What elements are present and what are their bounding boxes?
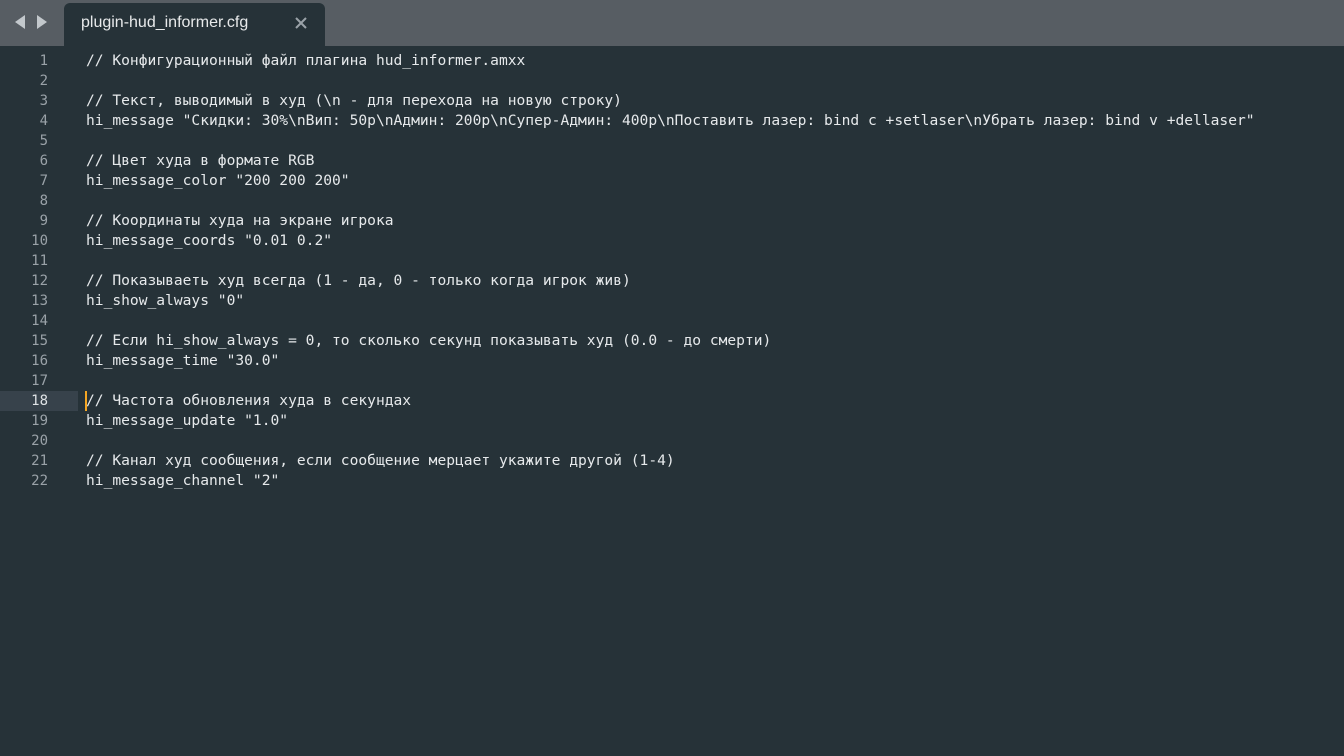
line-number: 4 (39, 113, 48, 129)
line-number: 3 (39, 93, 48, 109)
line-number: 20 (31, 433, 48, 449)
line-number: 6 (39, 153, 48, 169)
code-line[interactable]: hi_message "Скидки: 30%\nВип: 50р\nАдмин… (86, 111, 1255, 131)
line-number: 2 (39, 73, 48, 89)
close-icon[interactable] (292, 14, 310, 32)
line-number: 8 (39, 193, 48, 209)
code-line[interactable]: // Конфигурационный файл плагина hud_inf… (86, 51, 525, 71)
code-line[interactable]: hi_show_always "0" (86, 291, 244, 311)
line-number: 21 (31, 453, 48, 469)
code-line[interactable]: // Если hi_show_always = 0, то сколько с… (86, 331, 771, 351)
code-line[interactable]: // Показываеть худ всегда (1 - да, 0 - т… (86, 271, 631, 291)
line-number: 17 (31, 373, 48, 389)
code-editor[interactable]: 1 2 3 4 5 6 7 8 9 10 11 12 13 14 15 16 17 18 19 20 21 22 // К… (0, 46, 1344, 756)
line-number: 18 (31, 393, 48, 409)
text-cursor (85, 391, 87, 411)
line-number-gutter: 1 2 3 4 5 6 7 8 9 10 11 12 13 14 15 16 17 18 19 20 21 22 (0, 46, 78, 756)
line-number: 1 (39, 53, 48, 69)
line-number: 13 (31, 293, 48, 309)
line-number: 12 (31, 273, 48, 289)
code-line[interactable]: hi_message_color "200 200 200" (86, 171, 350, 191)
line-number: 16 (31, 353, 48, 369)
line-number: 9 (39, 213, 48, 229)
code-line[interactable]: hi_message_coords "0.01 0.2" (86, 231, 332, 251)
code-line[interactable]: // Цвет худа в формате RGB (86, 151, 314, 171)
tab-bar: plugin-hud_informer.cfg (0, 0, 1344, 46)
code-line[interactable]: hi_message_update "1.0" (86, 411, 288, 431)
code-line[interactable]: hi_message_channel "2" (86, 471, 279, 491)
tab-file[interactable]: plugin-hud_informer.cfg (64, 3, 325, 46)
line-number: 14 (31, 313, 48, 329)
code-line[interactable]: // Частота обновления худа в секундах (86, 391, 411, 411)
tab-navigation (12, 13, 50, 31)
line-number: 15 (31, 333, 48, 349)
code-line[interactable]: // Текст, выводимый в худ (\n - для пере… (86, 91, 622, 111)
line-number: 19 (31, 413, 48, 429)
line-number: 11 (31, 253, 48, 269)
tab-filename: plugin-hud_informer.cfg (81, 14, 249, 31)
line-number: 7 (39, 173, 48, 189)
forward-arrow-icon[interactable] (34, 13, 50, 31)
line-number: 10 (31, 233, 48, 249)
code-line[interactable]: // Координаты худа на экране игрока (86, 211, 394, 231)
line-number: 22 (31, 473, 48, 489)
code-line[interactable]: hi_message_time "30.0" (86, 351, 279, 371)
line-number: 5 (39, 133, 48, 149)
code-line[interactable]: // Канал худ сообщения, если сообщение м… (86, 451, 675, 471)
editor-window: plugin-hud_informer.cfg 1 2 3 4 5 6 7 8 9 10 11 12 1… (0, 0, 1344, 756)
back-arrow-icon[interactable] (12, 13, 28, 31)
